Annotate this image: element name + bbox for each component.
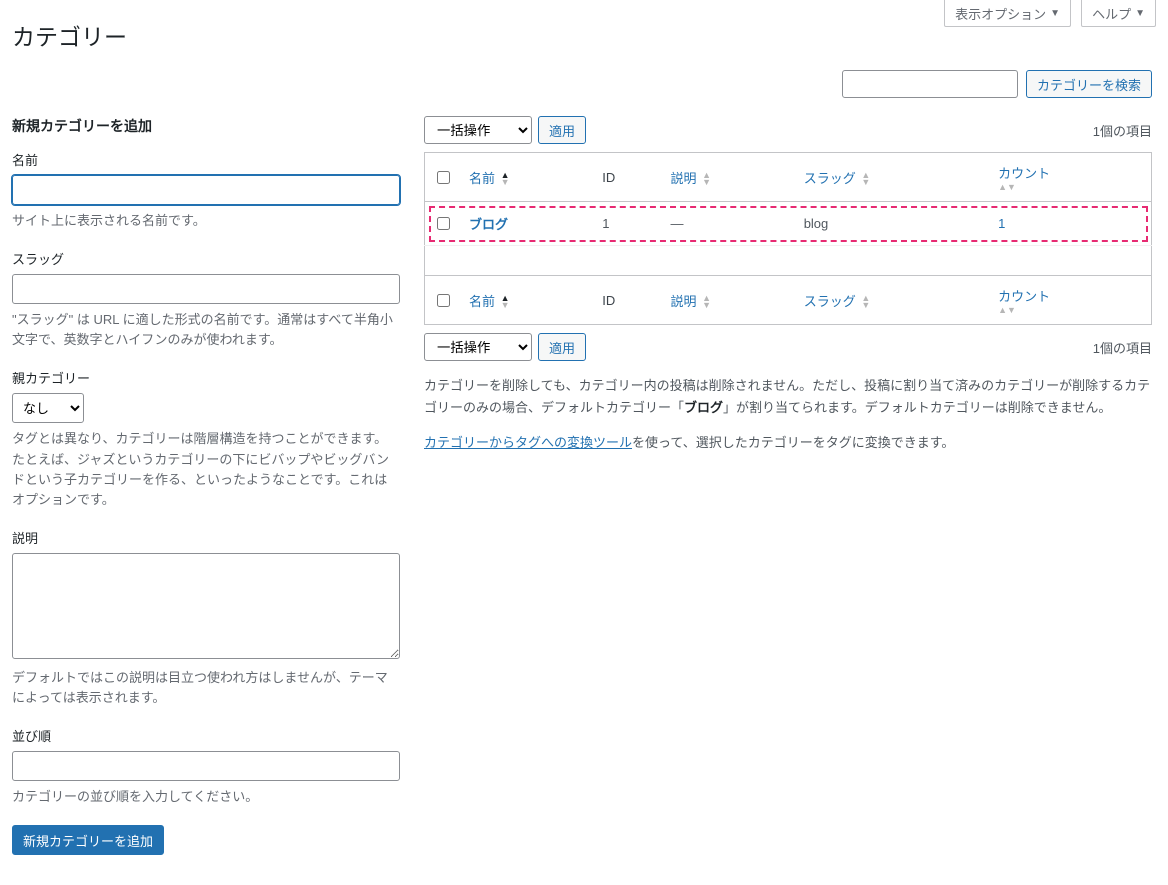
row-desc: — (662, 202, 795, 246)
description-textarea[interactable] (12, 553, 400, 659)
bulk-action-select-bottom[interactable]: 一括操作 (424, 333, 532, 361)
col-name-foot[interactable]: 名前 ▲▼ (461, 276, 594, 325)
item-count-bottom: 1個の項目 (1093, 338, 1152, 357)
order-input[interactable] (12, 751, 400, 781)
sort-icon: ▲▼ (702, 295, 711, 309)
sort-icon: ▲▼ (702, 172, 711, 186)
col-count[interactable]: カウント ▲▼ (990, 153, 1151, 202)
category-list-panel: 一括操作 適用 1個の項目 名前 ▲▼ ID 説明 ▲▼ (424, 116, 1152, 467)
notes: カテゴリーを削除しても、カテゴリー内の投稿は削除されません。ただし、投稿に割り当… (424, 375, 1152, 454)
description-label: 説明 (12, 528, 400, 547)
slug-input[interactable] (12, 274, 400, 304)
add-category-form: 新規カテゴリーを追加 名前 サイト上に表示される名前です。 スラッグ "スラッグ… (12, 116, 400, 855)
search-button[interactable]: カテゴリーを検索 (1026, 70, 1152, 98)
row-slug: blog (796, 202, 990, 246)
col-slug[interactable]: スラッグ ▲▼ (796, 153, 990, 202)
search-input[interactable] (842, 70, 1018, 98)
order-label: 並び順 (12, 726, 400, 745)
apply-button-top[interactable]: 適用 (538, 116, 586, 144)
select-all-bottom[interactable] (437, 294, 450, 307)
note-delete: カテゴリーを削除しても、カテゴリー内の投稿は削除されません。ただし、投稿に割り当… (424, 375, 1152, 419)
table-row: ブログ 1 — blog 1 (425, 202, 1152, 246)
screen-options-label: 表示オプション (955, 4, 1046, 23)
tablenav-top: 一括操作 適用 1個の項目 (424, 116, 1152, 144)
parent-label: 親カテゴリー (12, 368, 400, 387)
note-convert: カテゴリーからタグへの変換ツールを使って、選択したカテゴリーをタグに変換できます… (424, 432, 1152, 454)
col-slug-foot[interactable]: スラッグ ▲▼ (796, 276, 990, 325)
chevron-down-icon: ▼ (1050, 8, 1060, 19)
form-section-title: 新規カテゴリーを追加 (12, 116, 400, 136)
col-id-foot: ID (594, 276, 662, 325)
row-name-link[interactable]: ブログ (469, 217, 508, 232)
category-table: 名前 ▲▼ ID 説明 ▲▼ スラッグ ▲▼ カウント ▲▼ (424, 152, 1152, 325)
chevron-down-icon: ▼ (1135, 8, 1145, 19)
col-desc[interactable]: 説明 ▲▼ (662, 153, 795, 202)
screen-options-tab[interactable]: 表示オプション ▼ (944, 0, 1071, 27)
screen-meta-tabs: 表示オプション ▼ ヘルプ ▼ (944, 0, 1156, 27)
col-id: ID (594, 153, 662, 202)
slug-help: "スラッグ" は URL に適した形式の名前です。通常はすべて半角小文字で、英数… (12, 310, 400, 350)
row-count[interactable]: 1 (998, 216, 1005, 231)
row-id: 1 (594, 202, 662, 246)
convert-link[interactable]: カテゴリーからタグへの変換ツール (424, 435, 632, 450)
name-help: サイト上に表示される名前です。 (12, 211, 400, 231)
row-checkbox[interactable] (437, 217, 450, 230)
col-desc-foot[interactable]: 説明 ▲▼ (662, 276, 795, 325)
parent-help: タグとは異なり、カテゴリーは階層構造を持つことができます。たとえば、ジャズという… (12, 429, 400, 510)
select-all-top[interactable] (437, 171, 450, 184)
slug-label: スラッグ (12, 249, 400, 268)
sort-icon: ▲▼ (501, 295, 510, 309)
name-label: 名前 (12, 150, 400, 169)
sort-icon: ▲▼ (998, 184, 1143, 191)
sort-icon: ▲▼ (501, 172, 510, 186)
bulk-action-select-top[interactable]: 一括操作 (424, 116, 532, 144)
parent-select[interactable]: なし (12, 393, 84, 423)
tablenav-bottom: 一括操作 適用 1個の項目 (424, 333, 1152, 361)
description-help: デフォルトではこの説明は目立つ使われ方はしませんが、テーマによっては表示されます… (12, 668, 400, 708)
apply-button-bottom[interactable]: 適用 (538, 333, 586, 361)
help-label: ヘルプ (1092, 4, 1131, 23)
help-tab[interactable]: ヘルプ ▼ (1081, 0, 1156, 27)
col-count-foot[interactable]: カウント ▲▼ (990, 276, 1151, 325)
submit-button[interactable]: 新規カテゴリーを追加 (12, 825, 164, 855)
search-row: カテゴリーを検索 (12, 70, 1152, 98)
item-count-top: 1個の項目 (1093, 121, 1152, 140)
sort-icon: ▲▼ (998, 307, 1143, 314)
sort-icon: ▲▼ (861, 295, 870, 309)
name-input[interactable] (12, 175, 400, 205)
col-name[interactable]: 名前 ▲▼ (461, 153, 594, 202)
sort-icon: ▲▼ (861, 172, 870, 186)
order-help: カテゴリーの並び順を入力してください。 (12, 787, 400, 807)
